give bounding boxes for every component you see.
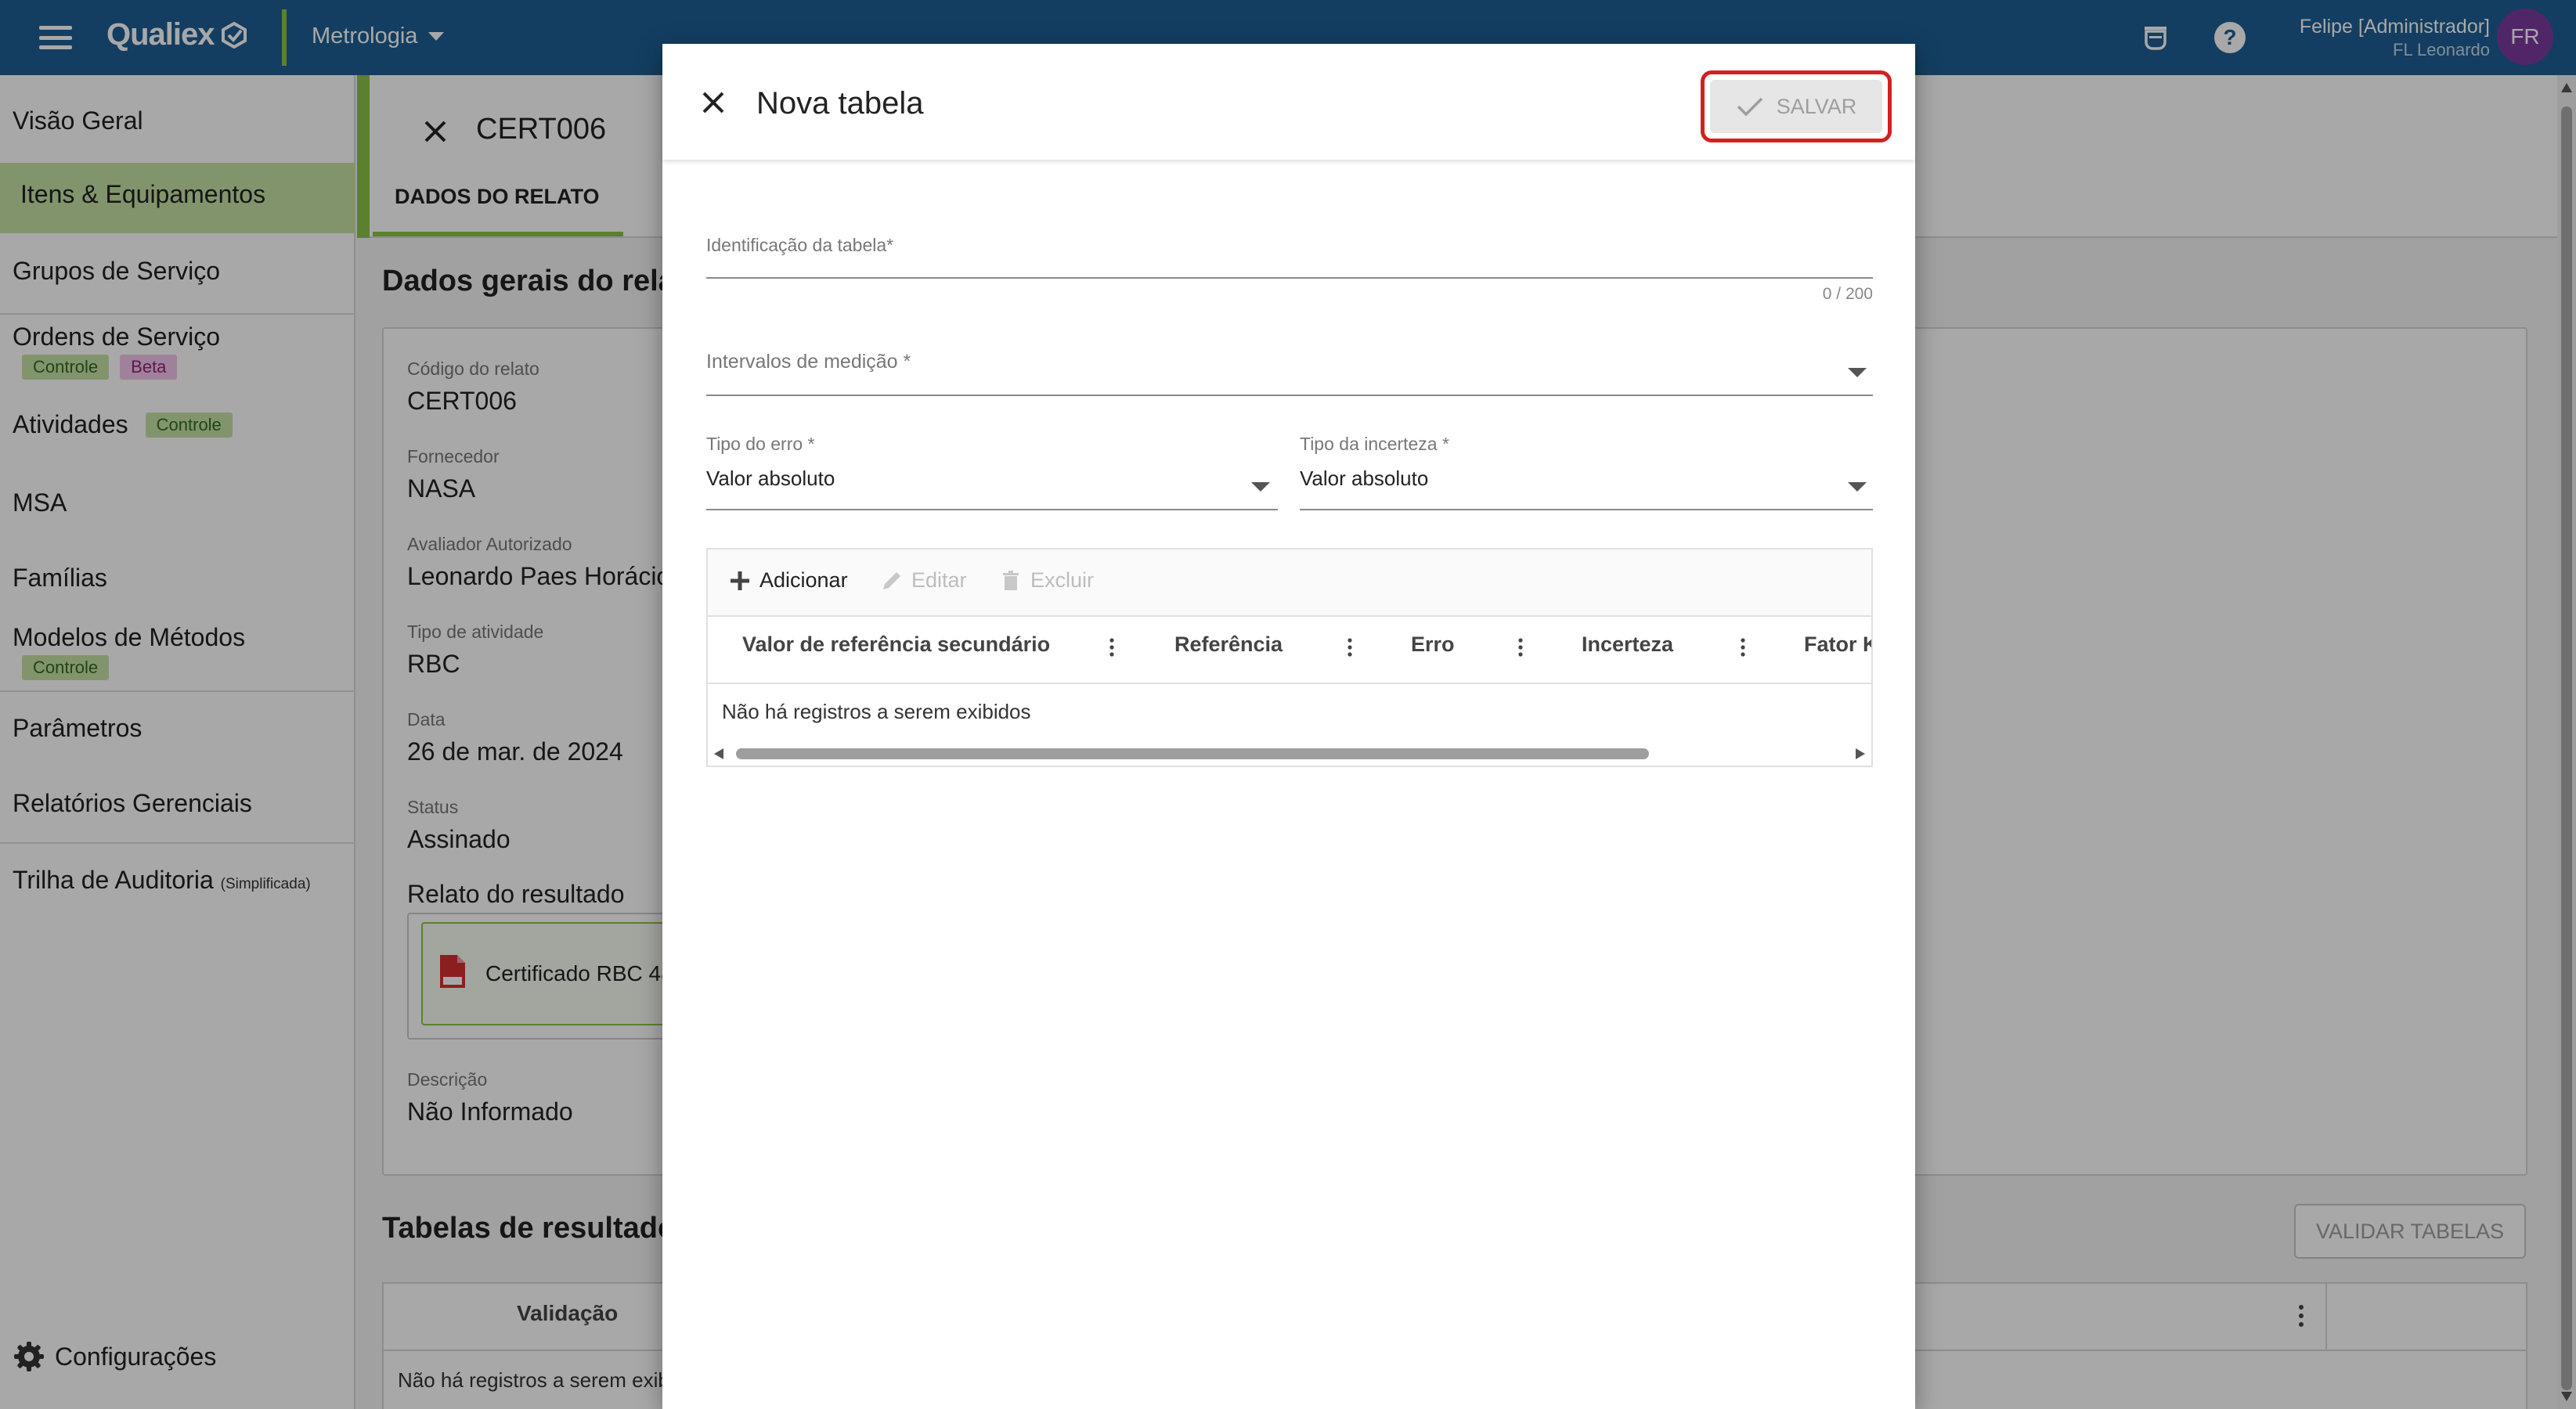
column-header-referencia[interactable]: Referência — [1174, 632, 1283, 657]
plus-icon — [731, 571, 749, 590]
tipo-erro-label: Tipo do erro * — [706, 434, 815, 454]
column-header-fator-k[interactable]: Fator K — [1804, 632, 1871, 657]
save-button[interactable]: SALVAR — [1710, 80, 1882, 133]
column-menu-icon[interactable] — [1517, 637, 1524, 658]
grid-toolbar: Adicionar Editar Excluir — [708, 550, 1871, 617]
char-counter: 0 / 200 — [1822, 285, 1873, 303]
tipo-erro-select[interactable]: Valor absoluto — [706, 467, 835, 491]
delete-button[interactable]: Excluir — [999, 568, 1094, 593]
dialog-header: Nova tabela SALVAR — [662, 44, 1915, 160]
column-menu-icon[interactable] — [1347, 637, 1353, 658]
column-header-incerteza[interactable]: Incerteza — [1582, 632, 1673, 657]
tipo-incerteza-label: Tipo da incerteza * — [1300, 434, 1449, 454]
column-header-erro[interactable]: Erro — [1411, 632, 1455, 657]
tipo-incerteza-select[interactable]: Valor absoluto — [1300, 467, 1428, 491]
edit-button[interactable]: Editar — [880, 568, 967, 593]
chevron-down-icon — [1848, 482, 1867, 492]
check-icon — [1737, 97, 1762, 117]
edit-label: Editar — [911, 568, 967, 592]
grid-horizontal-scrollbar[interactable] — [708, 742, 1871, 766]
chevron-down-icon — [1848, 368, 1867, 377]
tipo-erro-underline — [706, 509, 1278, 510]
column-header-valor-referencia-secundario[interactable]: Valor de referência secundário — [742, 632, 1050, 657]
trash-icon — [1003, 570, 1019, 590]
scroll-right-icon[interactable] — [1856, 748, 1865, 759]
column-menu-icon[interactable] — [1740, 637, 1746, 658]
save-label: SALVAR — [1776, 94, 1857, 118]
dialog-title: Nova tabela — [756, 86, 924, 121]
scroll-left-icon[interactable] — [714, 748, 723, 759]
delete-label: Excluir — [1030, 568, 1095, 592]
identificacao-input[interactable] — [706, 266, 1873, 297]
intervalos-select[interactable] — [706, 341, 1873, 396]
identificacao-label: Identificação da tabela* — [706, 235, 894, 255]
pencil-icon — [883, 571, 900, 589]
intervalos-underline — [706, 395, 1873, 396]
identificacao-underline — [706, 277, 1873, 279]
column-menu-icon[interactable] — [1109, 637, 1115, 658]
close-icon[interactable] — [700, 89, 727, 116]
header-divider — [708, 683, 1871, 684]
add-label: Adicionar — [759, 568, 848, 592]
measurement-grid: Adicionar Editar Excluir Valor de referê… — [706, 548, 1873, 767]
tipo-incerteza-underline — [1300, 509, 1873, 510]
grid-empty-message: Não há registros a serem exibidos — [722, 700, 1031, 723]
add-button[interactable]: Adicionar — [728, 568, 848, 593]
chevron-down-icon — [1251, 482, 1270, 492]
nova-tabela-dialog: Nova tabela SALVAR Identificação da tabe… — [662, 44, 1915, 1409]
scrollbar-thumb[interactable] — [736, 748, 1649, 759]
